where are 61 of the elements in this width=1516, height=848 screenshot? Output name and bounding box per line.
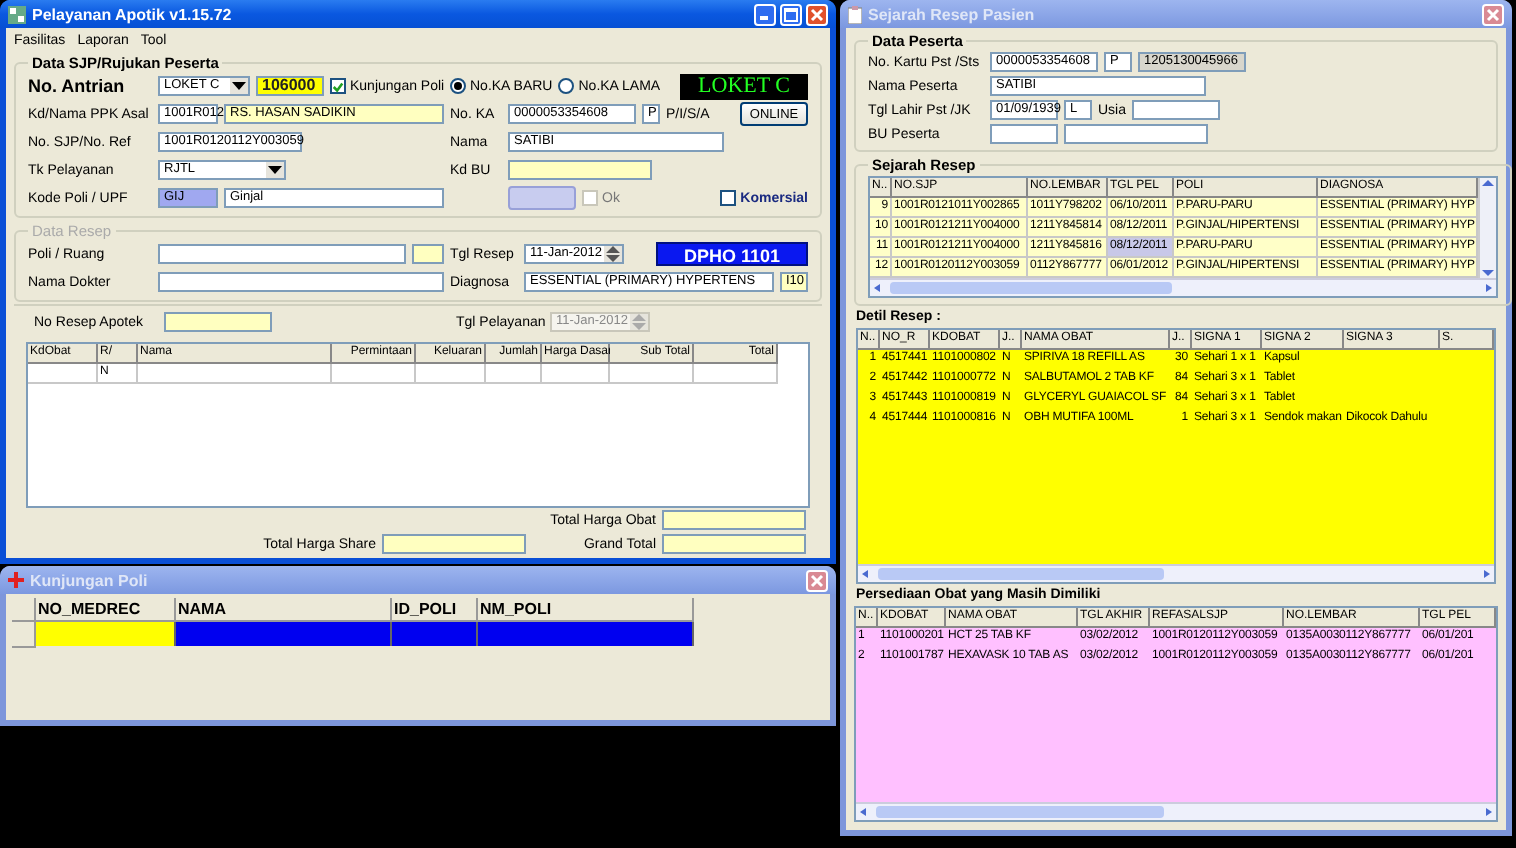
text-field[interactable] — [662, 534, 806, 554]
caret-icon — [230, 78, 248, 94]
window-title: Kunjungan Poli — [30, 571, 150, 589]
left-arrow-icon[interactable] — [858, 568, 874, 580]
table-cell — [28, 364, 98, 384]
radio-button[interactable] — [558, 78, 575, 94]
spinner-icon — [630, 314, 648, 330]
left-arrow-icon[interactable] — [870, 282, 886, 294]
app-icon — [8, 5, 26, 23]
dpho-label: DPHO 1101 — [656, 242, 808, 266]
radio-button[interactable] — [450, 78, 466, 94]
close-icon — [1486, 7, 1500, 21]
left-arrow-icon[interactable] — [856, 806, 872, 818]
close-button[interactable] — [806, 569, 828, 591]
text-field[interactable] — [412, 244, 444, 264]
right-arrow-icon[interactable] — [1478, 568, 1494, 580]
table-cell — [694, 364, 778, 384]
close-icon — [810, 573, 824, 587]
maximize-icon — [784, 7, 798, 21]
checkbox[interactable] — [330, 78, 346, 94]
text-field[interactable] — [990, 124, 1058, 144]
close-button[interactable] — [806, 3, 828, 25]
field-label: No. Antrian — [28, 76, 127, 96]
maximize-button[interactable] — [780, 3, 802, 25]
down-arrow-icon[interactable] — [1480, 266, 1497, 278]
text-field[interactable] — [158, 272, 444, 292]
text-field[interactable] — [382, 534, 526, 554]
checkbox[interactable] — [720, 190, 737, 206]
column-header[interactable]: NAMA — [176, 598, 392, 622]
window-title: Sejarah Resep Pasien — [868, 5, 1037, 23]
right-arrow-icon[interactable] — [1480, 806, 1496, 818]
text-field[interactable] — [164, 312, 272, 332]
table-cell — [542, 364, 610, 384]
scrollbar[interactable] — [870, 278, 1497, 296]
table-cell — [486, 364, 542, 384]
column-header[interactable]: NM_POLI — [478, 598, 694, 622]
window-title: Pelayanan Apotik v1.15.72 — [32, 5, 234, 23]
scrollbar[interactable] — [856, 802, 1496, 820]
text-field[interactable] — [508, 160, 652, 180]
column-header[interactable]: NO_MEDREC — [36, 598, 176, 622]
close-icon — [810, 7, 824, 21]
clipboard-icon — [848, 5, 862, 23]
text-field[interactable] — [158, 244, 406, 264]
column-header[interactable]: ID_POLI — [392, 598, 478, 622]
table-cell — [416, 364, 486, 384]
text-field[interactable]: 106000 — [256, 76, 324, 96]
up-arrow-icon[interactable] — [1480, 178, 1497, 190]
text-field[interactable] — [1064, 124, 1208, 144]
right-arrow-icon[interactable] — [1480, 282, 1497, 294]
scrollbar[interactable] — [858, 564, 1494, 582]
counter-display: LOKET C — [680, 73, 808, 99]
close-button[interactable] — [1482, 3, 1504, 25]
spinner-icon — [604, 246, 622, 262]
minimize-button[interactable] — [754, 3, 776, 25]
scrollbar[interactable] — [1478, 178, 1497, 278]
plus-icon — [8, 572, 24, 588]
caret-icon — [266, 162, 284, 178]
table-cell — [332, 364, 416, 384]
table-cell — [610, 364, 694, 384]
text-field[interactable] — [1132, 100, 1221, 120]
text-field[interactable] — [662, 510, 806, 530]
